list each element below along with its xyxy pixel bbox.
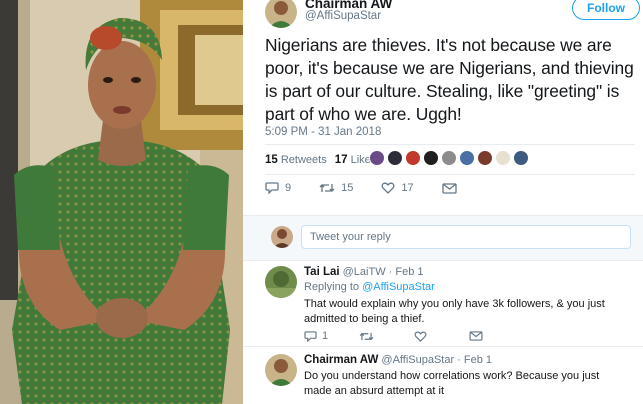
liker-avatar[interactable] <box>477 150 493 166</box>
reply-text: That would explain why you only have 3k … <box>304 298 605 325</box>
reply-handle-date[interactable]: @AffiSupaStar · Feb 1 <box>381 354 492 366</box>
divider <box>265 144 635 145</box>
reply-icon <box>265 182 279 194</box>
replying-to: Replying to @AffiSupaStar <box>304 281 435 293</box>
retweet-count: 15 <box>341 182 354 194</box>
tweet-actions: 9 15 17 <box>265 182 491 194</box>
reply-meta: Tai Lai @LaiTW · Feb 1 <box>304 266 424 278</box>
replying-to-prefix: Replying to <box>304 281 360 293</box>
liker-avatar[interactable] <box>423 150 439 166</box>
reply-action[interactable]: 1 <box>304 330 359 342</box>
heart-icon <box>414 331 427 342</box>
likes-count: 17 <box>334 154 348 166</box>
liker-avatar[interactable] <box>405 150 421 166</box>
reply-actions: 1 <box>304 330 524 342</box>
reply-author-avatar[interactable] <box>265 266 297 298</box>
replying-to-handle[interactable]: @AffiSupaStar <box>362 281 435 293</box>
divider <box>243 346 643 347</box>
reply-author-name[interactable]: Chairman AW <box>304 354 378 366</box>
tweet-stats: 15 Retweets 17 Likes <box>265 150 384 170</box>
author-avatar[interactable] <box>265 0 297 28</box>
reply-composer: Tweet your reply <box>243 216 643 260</box>
reply-tweet[interactable]: Chairman AW @AffiSupaStar · Feb 1 Do you… <box>243 354 643 404</box>
retweet-icon <box>359 332 374 340</box>
retweets-label: Retweets <box>280 154 327 166</box>
reply-icon <box>304 330 317 342</box>
retweet-action[interactable]: 15 <box>319 182 353 194</box>
liker-avatar[interactable] <box>441 150 457 166</box>
reply-input[interactable]: Tweet your reply <box>301 225 631 249</box>
reply-meta: Chairman AW @AffiSupaStar · Feb 1 <box>304 354 492 366</box>
tweet-detail: Chairman AW @AffiSupaStar Follow ⌄ Niger… <box>243 0 643 404</box>
liker-avatar[interactable] <box>495 150 511 166</box>
embedded-photo <box>0 0 243 404</box>
mail-icon <box>469 331 483 341</box>
dm-action[interactable] <box>441 182 463 194</box>
tweet-header: Chairman AW @AffiSupaStar Follow ⌄ <box>265 0 640 30</box>
like-action[interactable]: 17 <box>381 182 414 194</box>
liker-avatar[interactable] <box>459 150 475 166</box>
dm-action[interactable] <box>469 331 524 341</box>
author-handle[interactable]: @AffiSupaStar <box>305 10 381 22</box>
reply-text: Do you understand how correlations work?… <box>304 370 600 397</box>
like-action[interactable] <box>414 331 469 342</box>
reply-handle-date[interactable]: @LaiTW · Feb 1 <box>343 266 424 278</box>
reply-count: 9 <box>285 182 292 194</box>
likers-avatars <box>369 150 531 166</box>
liker-avatar[interactable] <box>387 150 403 166</box>
retweets-count: 15 <box>265 154 278 166</box>
retweet-action[interactable] <box>359 331 414 342</box>
divider <box>265 174 635 175</box>
follow-button[interactable]: Follow <box>572 0 640 20</box>
divider <box>243 260 643 261</box>
tweet-timestamp[interactable]: 5:09 PM - 31 Jan 2018 <box>265 126 381 138</box>
liker-avatar[interactable] <box>513 150 529 166</box>
tweet-text: Nigerians are thieves. It's not because … <box>265 35 634 124</box>
retweet-icon <box>319 184 335 192</box>
liker-avatar[interactable] <box>369 150 385 166</box>
reply-author-avatar[interactable] <box>265 354 297 386</box>
reply-author-name[interactable]: Tai Lai <box>304 266 340 278</box>
reply-tweet[interactable]: Tai Lai @LaiTW · Feb 1 Replying to @Affi… <box>243 266 643 346</box>
like-count: 17 <box>401 182 414 194</box>
reply-count: 1 <box>322 330 329 342</box>
reply-action[interactable]: 9 <box>265 182 291 194</box>
retweets-stat[interactable]: 15 Retweets <box>265 154 327 166</box>
heart-icon <box>381 182 395 194</box>
current-user-avatar <box>271 226 293 248</box>
mail-icon <box>441 182 457 194</box>
